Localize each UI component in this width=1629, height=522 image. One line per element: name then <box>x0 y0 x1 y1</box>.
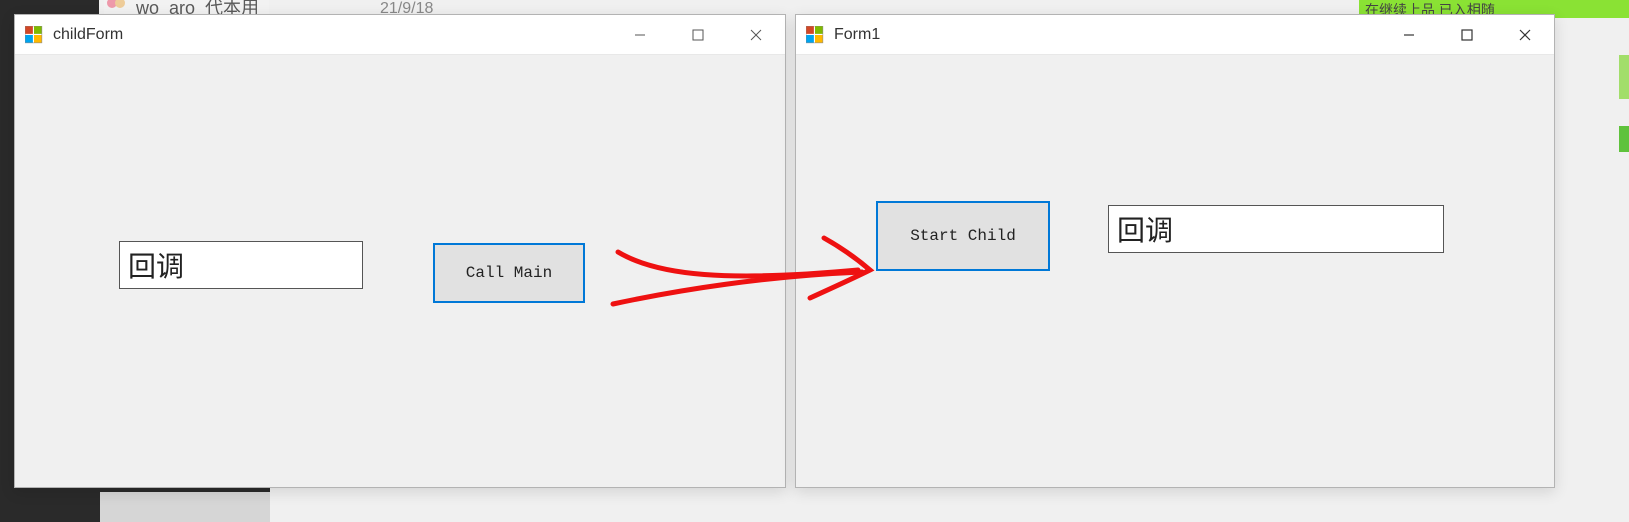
callback-textbox[interactable] <box>119 241 363 289</box>
taskbar-avatar-icon <box>104 0 128 14</box>
client-area: Call Main <box>15 55 785 487</box>
window-childform: childForm Call Main <box>14 14 786 488</box>
background-green-strip-low <box>1619 126 1629 152</box>
app-icon <box>25 26 43 44</box>
window-controls <box>611 15 785 54</box>
window-title: childForm <box>53 26 611 44</box>
titlebar[interactable]: Form1 <box>796 15 1554 55</box>
background-dark-side <box>0 14 15 488</box>
window-form1: Form1 Start Child <box>795 14 1555 488</box>
titlebar[interactable]: childForm <box>15 15 785 55</box>
taskbar-item: wo_aro_代本用 <box>104 0 269 14</box>
maximize-button[interactable] <box>1438 15 1496 54</box>
close-button[interactable] <box>727 15 785 54</box>
window-controls <box>1380 15 1554 54</box>
window-title: Form1 <box>834 26 1380 44</box>
start-child-button[interactable]: Start Child <box>876 201 1050 271</box>
client-area: Start Child <box>796 55 1554 487</box>
call-main-button[interactable]: Call Main <box>433 243 585 303</box>
taskbar-dark-segment <box>0 0 99 14</box>
app-icon <box>806 26 824 44</box>
callback-textbox[interactable] <box>1108 205 1444 253</box>
minimize-button[interactable] <box>611 15 669 54</box>
maximize-button[interactable] <box>669 15 727 54</box>
background-gray-bottom <box>100 492 270 522</box>
close-button[interactable] <box>1496 15 1554 54</box>
background-green-strip-mid <box>1619 55 1629 99</box>
minimize-button[interactable] <box>1380 15 1438 54</box>
